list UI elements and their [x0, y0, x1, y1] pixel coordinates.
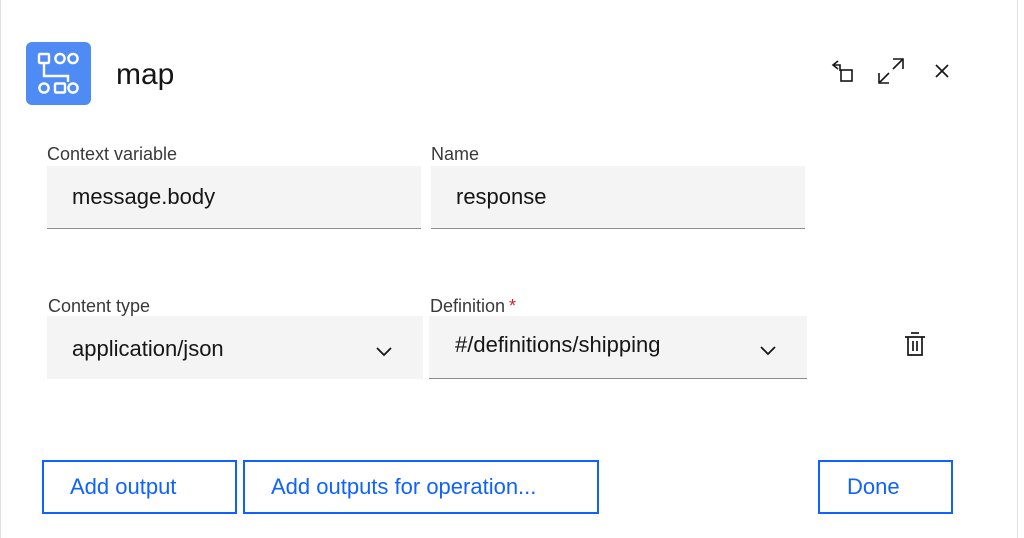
done-button[interactable]: Done [818, 460, 953, 514]
delete-icon[interactable] [902, 330, 928, 358]
panel-title: map [116, 58, 175, 91]
required-mark: * [509, 296, 517, 316]
context-variable-input[interactable]: message.body [47, 166, 421, 229]
panel-left-border [0, 0, 1, 538]
name-value: response [456, 184, 547, 209]
close-button[interactable] [927, 56, 957, 86]
reset-view-icon [831, 60, 853, 82]
map-properties-panel: map Context variable message.body Name r… [0, 0, 1024, 538]
name-input[interactable]: response [431, 166, 805, 229]
definition-select[interactable]: #/definitions/shipping [429, 316, 807, 379]
reset-view-button[interactable] [827, 56, 857, 86]
context-variable-label: Context variable [47, 144, 178, 164]
definition-label-text: Definition [430, 296, 506, 316]
panel-right-gutter [1018, 0, 1024, 538]
add-output-button[interactable]: Add output [42, 460, 237, 514]
add-outputs-for-operation-button[interactable]: Add outputs for operation... [243, 460, 599, 514]
content-type-select[interactable]: application/json [47, 316, 423, 379]
chevron-down-icon [376, 347, 392, 357]
definition-value: #/definitions/shipping [455, 332, 661, 357]
content-type-label: Content type [48, 296, 151, 316]
maximize-button[interactable] [876, 56, 906, 86]
content-type-value: application/json [72, 336, 224, 361]
close-icon [935, 64, 949, 78]
chevron-down-icon [760, 346, 776, 356]
name-label: Name [431, 144, 480, 164]
maximize-icon [878, 58, 904, 84]
context-variable-value: message.body [72, 184, 216, 209]
map-node-icon [26, 42, 91, 105]
